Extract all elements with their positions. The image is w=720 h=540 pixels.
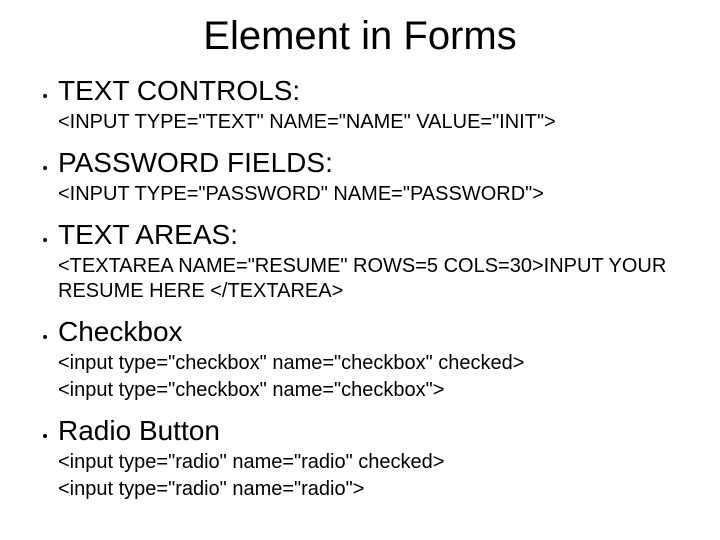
item-heading: Checkbox xyxy=(58,314,690,349)
list-item: Radio Button <input type="radio" name="r… xyxy=(58,413,690,502)
item-heading: TEXT AREAS: xyxy=(58,217,690,252)
item-code: <input type="radio" name="radio"> xyxy=(58,477,690,502)
list-item: Checkbox <input type="checkbox" name="ch… xyxy=(58,314,690,403)
slide-title: Element in Forms xyxy=(30,14,690,59)
item-code: <input type="checkbox" name="checkbox"> xyxy=(58,378,690,403)
item-code: <INPUT TYPE="PASSWORD" NAME="PASSWORD"> xyxy=(58,182,690,207)
list-item: PASSWORD FIELDS: <INPUT TYPE="PASSWORD" … xyxy=(58,145,690,207)
list-item: TEXT AREAS: <TEXTAREA NAME="RESUME" ROWS… xyxy=(58,217,690,304)
slide: Element in Forms TEXT CONTROLS: <INPUT T… xyxy=(0,0,720,540)
item-code: <input type="checkbox" name="checkbox" c… xyxy=(58,351,690,376)
item-code: <INPUT TYPE="TEXT" NAME="NAME" VALUE="IN… xyxy=(58,110,690,135)
list-item: TEXT CONTROLS: <INPUT TYPE="TEXT" NAME="… xyxy=(58,73,690,135)
item-code: <input type="radio" name="radio" checked… xyxy=(58,450,690,475)
item-heading: PASSWORD FIELDS: xyxy=(58,145,690,180)
item-heading: Radio Button xyxy=(58,413,690,448)
item-heading: TEXT CONTROLS: xyxy=(58,73,690,108)
item-code: <TEXTAREA NAME="RESUME" ROWS=5 COLS=30>I… xyxy=(58,254,690,304)
bullet-list: TEXT CONTROLS: <INPUT TYPE="TEXT" NAME="… xyxy=(30,73,690,502)
